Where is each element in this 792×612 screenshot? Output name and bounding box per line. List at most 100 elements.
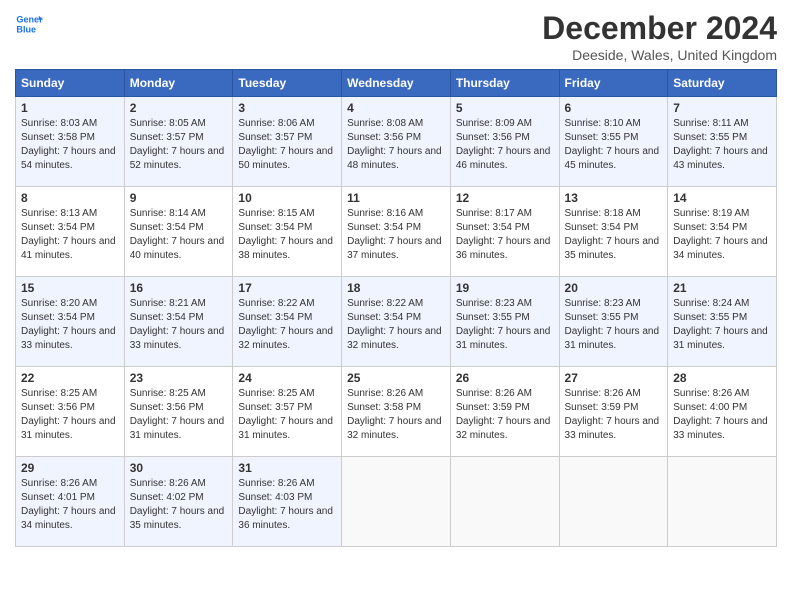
- day-info: Sunrise: 8:23 AM Sunset: 3:55 PM Dayligh…: [565, 297, 663, 353]
- month-title: December 2024: [542, 10, 777, 47]
- day-info: Sunrise: 8:17 AM Sunset: 3:54 PM Dayligh…: [456, 207, 554, 263]
- column-header-sunday: Sunday: [16, 70, 125, 97]
- day-info: Sunrise: 8:26 AM Sunset: 3:58 PM Dayligh…: [347, 387, 445, 443]
- calendar-cell: [450, 457, 559, 547]
- day-info: Sunrise: 8:22 AM Sunset: 3:54 PM Dayligh…: [238, 297, 336, 353]
- calendar-cell: 20 Sunrise: 8:23 AM Sunset: 3:55 PM Dayli…: [559, 277, 668, 367]
- day-number: 25: [347, 371, 445, 385]
- day-number: 14: [673, 191, 771, 205]
- day-number: 13: [565, 191, 663, 205]
- calendar-week-row: 15 Sunrise: 8:20 AM Sunset: 3:54 PM Dayli…: [16, 277, 777, 367]
- day-number: 5: [456, 101, 554, 115]
- day-number: 26: [456, 371, 554, 385]
- day-number: 10: [238, 191, 336, 205]
- column-header-friday: Friday: [559, 70, 668, 97]
- day-number: 27: [565, 371, 663, 385]
- title-area: December 2024 Deeside, Wales, United Kin…: [542, 10, 777, 63]
- day-number: 2: [130, 101, 228, 115]
- calendar-cell: 30Sunrise: 8:26 AM Sunset: 4:02 PM Dayli…: [124, 457, 233, 547]
- day-number: 20: [565, 281, 663, 295]
- calendar-cell: 27 Sunrise: 8:26 AM Sunset: 3:59 PM Dayli…: [559, 367, 668, 457]
- calendar-cell: [342, 457, 451, 547]
- calendar-cell: 25 Sunrise: 8:26 AM Sunset: 3:58 PM Dayli…: [342, 367, 451, 457]
- logo-icon: General Blue: [15, 10, 43, 38]
- day-info: Sunrise: 8:26 AM Sunset: 4:00 PM Dayligh…: [673, 387, 771, 443]
- calendar-cell: 4 Sunrise: 8:08 AM Sunset: 3:56 PM Daylig…: [342, 97, 451, 187]
- calendar-cell: 11 Sunrise: 8:16 AM Sunset: 3:54 PM Dayli…: [342, 187, 451, 277]
- calendar-table: SundayMondayTuesdayWednesdayThursdayFrid…: [15, 69, 777, 547]
- calendar-week-row: 22Sunrise: 8:25 AM Sunset: 3:56 PM Dayli…: [16, 367, 777, 457]
- calendar-cell: 17Sunrise: 8:22 AM Sunset: 3:54 PM Dayli…: [233, 277, 342, 367]
- day-number: 7: [673, 101, 771, 115]
- calendar-cell: 5Sunrise: 8:09 AM Sunset: 3:56 PM Daylig…: [450, 97, 559, 187]
- calendar-week-row: 29 Sunrise: 8:26 AM Sunset: 4:01 PM Dayli…: [16, 457, 777, 547]
- day-number: 31: [238, 461, 336, 475]
- calendar-cell: 12 Sunrise: 8:17 AM Sunset: 3:54 PM Dayli…: [450, 187, 559, 277]
- day-info: Sunrise: 8:10 AM Sunset: 3:55 PM Dayligh…: [565, 117, 663, 173]
- calendar-cell: 10 Sunrise: 8:15 AM Sunset: 3:54 PM Dayli…: [233, 187, 342, 277]
- column-header-wednesday: Wednesday: [342, 70, 451, 97]
- day-number: 1: [21, 101, 119, 115]
- calendar-cell: 2 Sunrise: 8:05 AM Sunset: 3:57 PM Daylig…: [124, 97, 233, 187]
- day-info: Sunrise: 8:25 AM Sunset: 3:56 PM Dayligh…: [130, 387, 228, 443]
- calendar-cell: 14 Sunrise: 8:19 AM Sunset: 3:54 PM Dayli…: [668, 187, 777, 277]
- location-label: Deeside, Wales, United Kingdom: [542, 47, 777, 63]
- day-info: Sunrise: 8:18 AM Sunset: 3:54 PM Dayligh…: [565, 207, 663, 263]
- column-header-tuesday: Tuesday: [233, 70, 342, 97]
- calendar-cell: 8Sunrise: 8:13 AM Sunset: 3:54 PM Daylig…: [16, 187, 125, 277]
- calendar-cell: 16 Sunrise: 8:21 AM Sunset: 3:54 PM Dayli…: [124, 277, 233, 367]
- calendar-cell: 21Sunrise: 8:24 AM Sunset: 3:55 PM Dayli…: [668, 277, 777, 367]
- day-info: Sunrise: 8:21 AM Sunset: 3:54 PM Dayligh…: [130, 297, 228, 353]
- day-info: Sunrise: 8:26 AM Sunset: 3:59 PM Dayligh…: [565, 387, 663, 443]
- calendar-cell: 18 Sunrise: 8:22 AM Sunset: 3:54 PM Dayli…: [342, 277, 451, 367]
- column-header-saturday: Saturday: [668, 70, 777, 97]
- day-number: 11: [347, 191, 445, 205]
- day-info: Sunrise: 8:26 AM Sunset: 4:02 PM Dayligh…: [130, 477, 228, 533]
- day-info: Sunrise: 8:22 AM Sunset: 3:54 PM Dayligh…: [347, 297, 445, 353]
- calendar-cell: 22Sunrise: 8:25 AM Sunset: 3:56 PM Dayli…: [16, 367, 125, 457]
- day-number: 8: [21, 191, 119, 205]
- calendar-header-row: SundayMondayTuesdayWednesdayThursdayFrid…: [16, 70, 777, 97]
- day-info: Sunrise: 8:20 AM Sunset: 3:54 PM Dayligh…: [21, 297, 119, 353]
- logo: General Blue: [15, 10, 43, 38]
- day-info: Sunrise: 8:16 AM Sunset: 3:54 PM Dayligh…: [347, 207, 445, 263]
- day-info: Sunrise: 8:11 AM Sunset: 3:55 PM Dayligh…: [673, 117, 771, 173]
- calendar-week-row: 1 Sunrise: 8:03 AM Sunset: 3:58 PM Daylig…: [16, 97, 777, 187]
- page-header: General Blue December 2024 Deeside, Wale…: [15, 10, 777, 63]
- calendar-cell: 9 Sunrise: 8:14 AM Sunset: 3:54 PM Daylig…: [124, 187, 233, 277]
- day-info: Sunrise: 8:19 AM Sunset: 3:54 PM Dayligh…: [673, 207, 771, 263]
- calendar-cell: [668, 457, 777, 547]
- day-info: Sunrise: 8:05 AM Sunset: 3:57 PM Dayligh…: [130, 117, 228, 173]
- day-number: 9: [130, 191, 228, 205]
- calendar-cell: 23Sunrise: 8:25 AM Sunset: 3:56 PM Dayli…: [124, 367, 233, 457]
- day-number: 16: [130, 281, 228, 295]
- calendar-cell: 28Sunrise: 8:26 AM Sunset: 4:00 PM Dayli…: [668, 367, 777, 457]
- day-info: Sunrise: 8:06 AM Sunset: 3:57 PM Dayligh…: [238, 117, 336, 173]
- day-info: Sunrise: 8:25 AM Sunset: 3:57 PM Dayligh…: [238, 387, 336, 443]
- day-info: Sunrise: 8:26 AM Sunset: 4:01 PM Dayligh…: [21, 477, 119, 533]
- column-header-monday: Monday: [124, 70, 233, 97]
- day-info: Sunrise: 8:26 AM Sunset: 4:03 PM Dayligh…: [238, 477, 336, 533]
- calendar-cell: 29 Sunrise: 8:26 AM Sunset: 4:01 PM Dayli…: [16, 457, 125, 547]
- svg-text:Blue: Blue: [16, 24, 36, 34]
- day-info: Sunrise: 8:15 AM Sunset: 3:54 PM Dayligh…: [238, 207, 336, 263]
- day-info: Sunrise: 8:14 AM Sunset: 3:54 PM Dayligh…: [130, 207, 228, 263]
- day-number: 29: [21, 461, 119, 475]
- day-number: 18: [347, 281, 445, 295]
- calendar-cell: 7 Sunrise: 8:11 AM Sunset: 3:55 PM Daylig…: [668, 97, 777, 187]
- day-number: 4: [347, 101, 445, 115]
- day-number: 6: [565, 101, 663, 115]
- day-number: 15: [21, 281, 119, 295]
- day-number: 19: [456, 281, 554, 295]
- day-number: 3: [238, 101, 336, 115]
- day-number: 12: [456, 191, 554, 205]
- day-info: Sunrise: 8:26 AM Sunset: 3:59 PM Dayligh…: [456, 387, 554, 443]
- day-info: Sunrise: 8:24 AM Sunset: 3:55 PM Dayligh…: [673, 297, 771, 353]
- calendar-cell: 1 Sunrise: 8:03 AM Sunset: 3:58 PM Daylig…: [16, 97, 125, 187]
- day-info: Sunrise: 8:08 AM Sunset: 3:56 PM Dayligh…: [347, 117, 445, 173]
- day-info: Sunrise: 8:03 AM Sunset: 3:58 PM Dayligh…: [21, 117, 119, 173]
- day-info: Sunrise: 8:25 AM Sunset: 3:56 PM Dayligh…: [21, 387, 119, 443]
- calendar-cell: 15 Sunrise: 8:20 AM Sunset: 3:54 PM Dayli…: [16, 277, 125, 367]
- calendar-cell: 3 Sunrise: 8:06 AM Sunset: 3:57 PM Daylig…: [233, 97, 342, 187]
- calendar-cell: 13 Sunrise: 8:18 AM Sunset: 3:54 PM Dayli…: [559, 187, 668, 277]
